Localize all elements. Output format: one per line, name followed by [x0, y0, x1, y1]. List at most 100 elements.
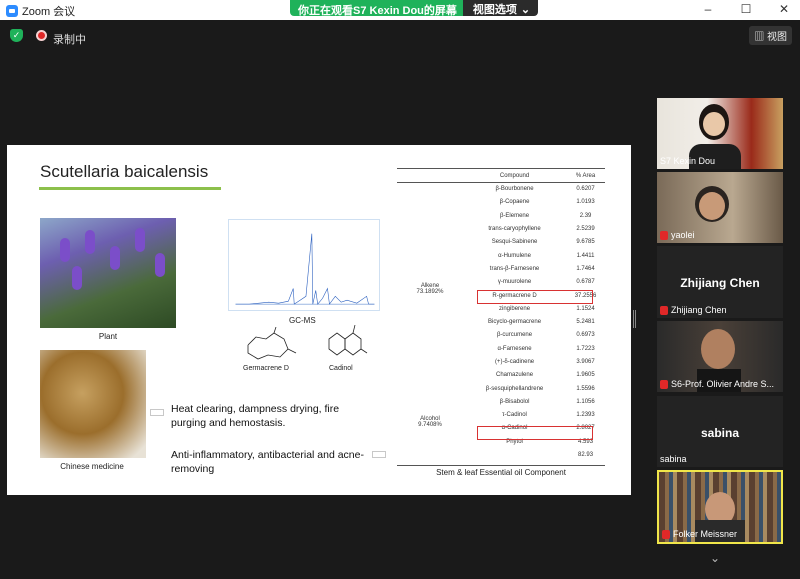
compound-table: Compound % Area Alkene 73.1892% β-Bourbon… [397, 168, 605, 462]
view-button-label: 视图 [767, 32, 787, 43]
table-cell-area: 0.6207 [576, 186, 595, 193]
table-cell-compound: Chamazulene [496, 372, 534, 379]
table-cell-compound: β-Bourbonene [495, 186, 534, 193]
meeting-status-bar: ✓ 录制中 ▥ 视图 [0, 20, 800, 50]
table-cell-area: 1.5596 [576, 385, 595, 392]
cadinol-label: Cadinol [329, 365, 353, 372]
minimize-button[interactable]: – [700, 2, 716, 16]
maximize-button[interactable]: ☐ [738, 2, 754, 16]
table-header-area: % Area [566, 168, 605, 183]
plant-image [40, 218, 176, 328]
screen-share-banner: 你正在观看S7 Kexin Dou的屏幕 视图选项 ⌄ [290, 0, 539, 17]
table-caption: Stem & leaf Essential oil Component [436, 468, 566, 477]
mic-muted-icon [662, 529, 670, 539]
app-title-group: Zoom 会议 [6, 3, 75, 19]
table-cell-compound: β-Elemene [499, 212, 530, 219]
participant-name: S6-Prof. Olivier Andre S... [660, 379, 774, 389]
germacrene-label: Germacrene D [243, 365, 289, 372]
table-cell-area: 0.6787 [576, 279, 595, 286]
table-cell-compound [463, 448, 566, 461]
table-cell-compound: Bicyclo-germacrene [488, 319, 542, 326]
participant-tile-5-active-speaker[interactable]: Folker Meissner [657, 470, 783, 544]
participant-tile-1[interactable]: yaolei [657, 172, 783, 243]
shared-slide: Scutellaria baicalensis Plant Chinese me… [7, 145, 631, 495]
slide-title: Scutellaria baicalensis [40, 162, 209, 181]
medicine-label: Chinese medicine [60, 462, 124, 471]
table-cell-compound: α-Farnesene [497, 345, 532, 352]
medicine-image [40, 350, 146, 458]
table-cell-area: 1.7223 [576, 345, 595, 352]
arrow-right-icon [150, 409, 164, 416]
table-cell-area: 2.5239 [576, 226, 595, 233]
mic-muted-icon [660, 379, 668, 389]
plant-label: Plant [98, 332, 118, 341]
table-cell-area: 2.39 [579, 212, 592, 219]
view-options-label: 视图选项 [472, 4, 517, 16]
table-cell-area: 0.6973 [576, 332, 595, 339]
table-cell-compound: β-sesquiphellandrene [485, 385, 544, 392]
table-cell-area: 5.2481 [576, 319, 595, 326]
participant-tile-3[interactable]: S6-Prof. Olivier Andre S... [657, 321, 783, 392]
participant-tile-2[interactable]: Zhijiang Chen Zhijiang Chen [657, 246, 783, 318]
table-cell-compound: trans-β-Farnesene [489, 265, 540, 272]
table-cell-compound: (+)-δ-cadinene [494, 359, 535, 365]
view-button[interactable]: ▥ 视图 [749, 26, 792, 45]
table-cell-area: 3.9067 [576, 359, 595, 365]
effect-text-1: Heat clearing, dampness drying, fire pur… [171, 403, 340, 429]
table-row: Alcohol 9.7408% β-Bisabolol 1.1056 [397, 395, 605, 428]
participant-name: S7 Kexin Dou [660, 156, 716, 166]
table-cell-compound: α-Humulene [498, 252, 531, 259]
table-cell-area: 1.9605 [576, 372, 595, 379]
participant-name-large: Zhijiang Chen [680, 276, 760, 290]
table-group-cell: Alkene 73.1892% [416, 283, 444, 296]
window-titlebar: Zoom 会议 你正在观看S7 Kexin Dou的屏幕 视图选项 ⌄ – ☐ … [0, 0, 800, 20]
gcms-chromatogram [228, 219, 380, 311]
participant-tile-0[interactable]: S7 Kexin Dou [657, 98, 783, 169]
table-cell-area: 1.2393 [576, 412, 595, 419]
cadinol-structure [328, 325, 368, 356]
table-cell-compound: β-Bisabolol [499, 398, 530, 405]
table-row: Alkene 73.1892% β-Bourbonene 0.6207 [397, 183, 605, 295]
zoom-logo-icon [6, 5, 18, 17]
app-title: Zoom 会议 [22, 6, 76, 18]
table-cell-compound: β-Copaene [499, 199, 530, 206]
recording-icon[interactable] [36, 30, 47, 41]
table-cell-compound: trans-caryophyllene [488, 226, 541, 233]
panel-resize-handle[interactable] [633, 310, 636, 328]
table-group-cell: Alcohol 9.7408% [418, 415, 442, 428]
arrow-left-icon [372, 451, 386, 458]
germacrene-highlight [477, 290, 593, 304]
table-cell-area: 1.7464 [576, 265, 595, 272]
table-row: 82.93 [397, 448, 605, 461]
participant-name: sabina [660, 454, 687, 464]
shield-check-icon[interactable]: ✓ [10, 29, 23, 42]
gcms-label: GC-MS [289, 316, 316, 325]
view-options-button[interactable]: 视图选项 ⌄ [462, 0, 539, 16]
participant-name: yaolei [660, 230, 695, 240]
table-cell-area: 9.6785 [576, 239, 595, 246]
germacrene-structure [247, 327, 297, 360]
recording-label: 录制中 [53, 34, 86, 46]
title-underline [39, 187, 221, 190]
table-header-compound: Compound [463, 168, 567, 183]
participant-name: Zhijiang Chen [660, 305, 727, 315]
mic-muted-icon [660, 305, 668, 315]
table-cell-area: 1.1056 [576, 398, 595, 405]
chevron-down-icon: ⌄ [520, 3, 531, 16]
cadinol-highlight [477, 426, 593, 440]
table-cell-area: 82.93 [578, 452, 594, 459]
viewing-label: 你正在观看S7 Kexin Dou的屏幕 [290, 0, 463, 17]
table-cell-area: 1.0193 [576, 199, 595, 206]
chevron-down-icon[interactable]: ⌄ [710, 551, 720, 565]
table-cell-compound: β-curcumene [496, 332, 533, 339]
participant-tile-4[interactable]: sabina sabina [657, 396, 783, 467]
mic-muted-icon [660, 230, 668, 240]
participant-name: Folker Meissner [662, 529, 737, 539]
table-cell-compound: γ-muurolene [497, 279, 532, 286]
table-cell-compound: τ-Cadinol [502, 412, 527, 419]
participant-name-large: sabina [700, 426, 739, 440]
close-button[interactable]: ✕ [776, 2, 792, 16]
table-cell-area: 1.1524 [576, 305, 595, 312]
effect-text-2: Anti-inflammatory, antibacterial and acn… [171, 449, 364, 475]
table-header-group [397, 168, 463, 183]
